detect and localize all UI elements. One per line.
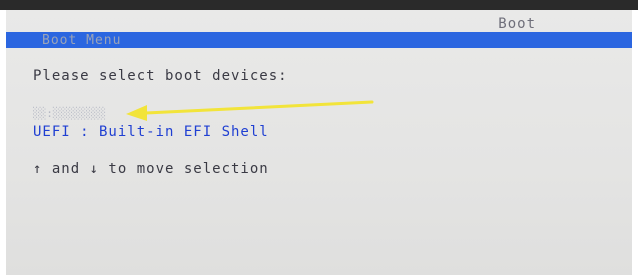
yellow-arrow-icon (126, 100, 374, 121)
header-title: Boot (498, 16, 536, 32)
navigation-hint: ↑ and ↓ to move selection (33, 161, 269, 177)
arrow-head (126, 105, 147, 121)
boot-item-0[interactable]: ░░:░░░░░░░░ (33, 107, 106, 120)
menu-bar-label: Boot Menu (42, 33, 122, 48)
arrow-shaft (144, 100, 374, 115)
boot-prompt: Please select boot devices: (33, 68, 288, 84)
bios-screen: Boot Boot Menu Please select boot device… (6, 10, 632, 275)
top-border (0, 0, 638, 10)
boot-item-efi-shell[interactable]: UEFI : Built-in EFI Shell (33, 124, 269, 140)
menu-bar: Boot Menu (6, 32, 632, 48)
photo-frame: Boot Boot Menu Please select boot device… (0, 0, 638, 279)
